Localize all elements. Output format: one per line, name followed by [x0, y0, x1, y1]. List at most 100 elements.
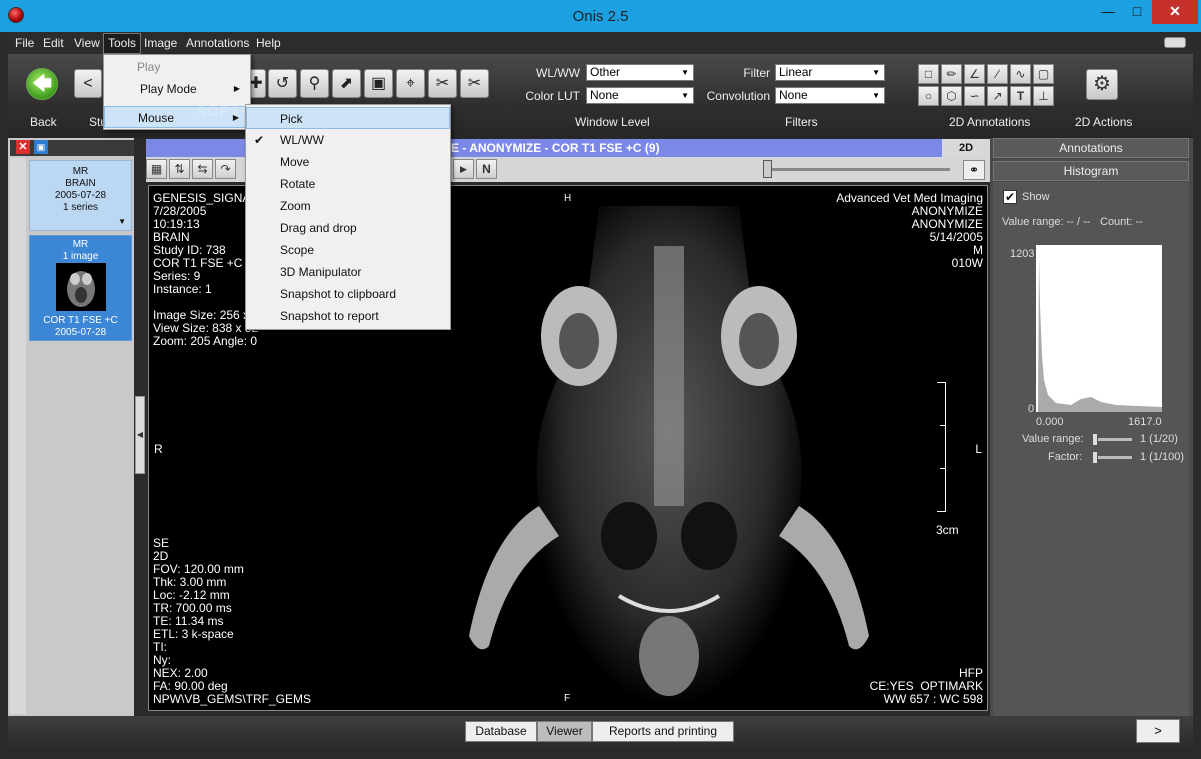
menu-tools[interactable]: Tools — [103, 33, 142, 54]
value-range-label: Value range: — [1022, 433, 1084, 445]
tab-viewer[interactable]: Viewer — [537, 721, 592, 742]
collapse-panel-handle[interactable]: ◀ — [135, 396, 145, 474]
chevron-right-icon: ▶ — [233, 84, 240, 93]
menu-item-snapshot-clipboard[interactable]: Snapshot to clipboard — [246, 283, 450, 305]
polygon-icon[interactable]: ⬡ — [941, 86, 962, 106]
rotate-icon[interactable]: ↺ — [268, 69, 297, 98]
grid-layout-icon[interactable]: ▦ — [146, 159, 167, 179]
menu-item-drag-drop[interactable]: Drag and drop — [246, 217, 450, 239]
chevron-down-icon: ▼ — [681, 91, 689, 100]
chevron-down-icon: ▼ — [872, 68, 880, 77]
rect-select-icon[interactable]: □ — [918, 64, 939, 84]
menu-item-wlww[interactable]: ✔ WL/WW — [246, 129, 450, 151]
freehand-icon[interactable]: ∽ — [964, 86, 985, 106]
split-horizontal-icon[interactable]: ⇅ — [169, 159, 190, 179]
menu-bar: File Edit View Tools Image Annotations H… — [8, 32, 1193, 54]
rotate-right-icon[interactable]: ↷ — [215, 159, 236, 179]
menu-help[interactable]: Help — [256, 36, 281, 50]
ellipse-icon[interactable]: ○ — [918, 86, 939, 106]
title-bar: Onis 2.5 — [0, 0, 1201, 32]
convolution-select[interactable]: None ▼ — [775, 87, 885, 104]
study-scrollbar[interactable] — [10, 158, 26, 714]
menu-item-rotate[interactable]: Rotate — [246, 173, 450, 195]
series-count: 1 image — [62, 251, 99, 262]
back-button[interactable]: 🡄 — [26, 68, 58, 100]
wlww-select[interactable]: Other ▼ — [586, 64, 694, 81]
slice-slider-track[interactable] — [770, 168, 950, 171]
study-description: BRAIN — [65, 178, 96, 189]
histogram-x-max: 1617.0 — [1128, 416, 1162, 428]
rectangle-icon[interactable]: ▢ — [1033, 64, 1054, 84]
menu-item-3d-manipulator[interactable]: 3D Manipulator — [246, 261, 450, 283]
overlay-top-left: GENESIS_SIGNA 7/28/2005 10:19:13 BRAIN S… — [153, 191, 259, 348]
angle-icon[interactable]: ∠ — [964, 64, 985, 84]
wlww-label: WL/WW — [536, 66, 580, 80]
convolution-value: None — [779, 88, 808, 102]
cobb-angle-icon[interactable]: ⊥ — [1033, 86, 1054, 106]
minimize-button[interactable]: — — [1094, 0, 1122, 24]
cut-copy-icon[interactable]: ✂ — [460, 69, 489, 98]
close-window-button[interactable]: ✕ — [1152, 0, 1198, 24]
menu-edit[interactable]: Edit — [43, 36, 64, 50]
pointer-icon[interactable]: ⬈ — [332, 69, 361, 98]
histogram-chart — [1036, 245, 1162, 412]
tab-reports[interactable]: Reports and printing — [592, 721, 734, 742]
menu-item-play[interactable]: Play — [104, 56, 250, 78]
view-mode-2d[interactable]: 2D — [942, 139, 990, 157]
series-thumbnail[interactable] — [56, 263, 106, 311]
filter-select[interactable]: Linear ▼ — [775, 64, 885, 81]
factor-slider-track[interactable] — [1092, 456, 1132, 459]
gear-icon[interactable]: ⚙ — [1086, 69, 1118, 100]
histogram-x-min: 0.000 — [1036, 416, 1064, 428]
menu-item-pick[interactable]: Pick — [246, 107, 450, 129]
colorlut-select[interactable]: None ▼ — [586, 87, 694, 104]
scissors-icon[interactable]: ✂ — [428, 69, 457, 98]
orientation-left: R — [154, 442, 163, 456]
play-icon[interactable]: ▶ — [453, 159, 474, 179]
value-range-slider-thumb[interactable] — [1092, 433, 1098, 446]
mouse-submenu: Pick ✔ WL/WW Move Rotate Zoom Drag and dr… — [245, 104, 451, 330]
link-icon[interactable]: ⚭ — [963, 160, 985, 180]
filter-value: Linear — [779, 65, 813, 79]
show-checkbox[interactable]: ✔ — [1003, 190, 1017, 204]
menu-file[interactable]: File — [15, 36, 34, 50]
histogram-tab[interactable]: Histogram — [993, 161, 1189, 181]
ruler-icon[interactable]: ✏ — [941, 64, 962, 84]
menu-item-snapshot-report[interactable]: Snapshot to report — [246, 305, 450, 327]
menu-item-scope[interactable]: Scope — [246, 239, 450, 261]
menubar-toggle[interactable] — [1164, 37, 1186, 48]
close-icon[interactable]: ✕ — [16, 140, 30, 154]
arrow-icon[interactable]: ↗ — [987, 86, 1008, 106]
expand-icon[interactable]: ▼ — [118, 216, 126, 228]
orientation-right: L — [975, 442, 982, 456]
tab-database[interactable]: Database — [465, 721, 537, 742]
menu-annotations[interactable]: Annotations — [186, 36, 249, 50]
app-logo-icon[interactable] — [8, 7, 24, 23]
maximize-button[interactable]: □ — [1122, 0, 1152, 24]
factor-label: Factor: — [1048, 451, 1083, 463]
text-icon[interactable]: T — [1010, 86, 1031, 106]
split-vertical-icon[interactable]: ⇆ — [192, 159, 213, 179]
overlay-bottom-right: HFP CE:YES OPTIMARK WW 657 : WC 598 — [869, 666, 983, 706]
zoom-icon[interactable]: ⚲ — [300, 69, 329, 98]
line-icon[interactable]: ∕ — [987, 64, 1008, 84]
normal-icon[interactable]: N — [476, 159, 497, 179]
polyline-icon[interactable]: ∿ — [1010, 64, 1031, 84]
annotations-tab[interactable]: Annotations — [993, 138, 1189, 158]
histogram-y-min: 0 — [1028, 403, 1035, 415]
menu-view[interactable]: View — [74, 36, 100, 50]
window-icon[interactable]: ▣ — [364, 69, 393, 98]
value-range-slider-track[interactable] — [1092, 438, 1132, 441]
menu-item-move[interactable]: Move — [246, 151, 450, 173]
layout-icon[interactable]: ▣ — [34, 140, 48, 154]
value-range-text: Value range: -- / -- — [1002, 216, 1091, 228]
crosshair-icon[interactable]: ⌖ — [396, 69, 425, 98]
menu-item-play-mode[interactable]: Play Mode ▶ — [104, 78, 250, 100]
menu-image[interactable]: Image — [144, 36, 177, 50]
menu-item-zoom[interactable]: Zoom — [246, 195, 450, 217]
slice-slider-thumb[interactable] — [763, 160, 772, 178]
previous-button[interactable]: < — [74, 69, 102, 98]
factor-slider-thumb[interactable] — [1092, 451, 1098, 464]
study-card[interactable]: MR BRAIN 2005-07-28 1 series ▼ — [29, 160, 132, 231]
next-button[interactable]: > — [1136, 719, 1180, 743]
